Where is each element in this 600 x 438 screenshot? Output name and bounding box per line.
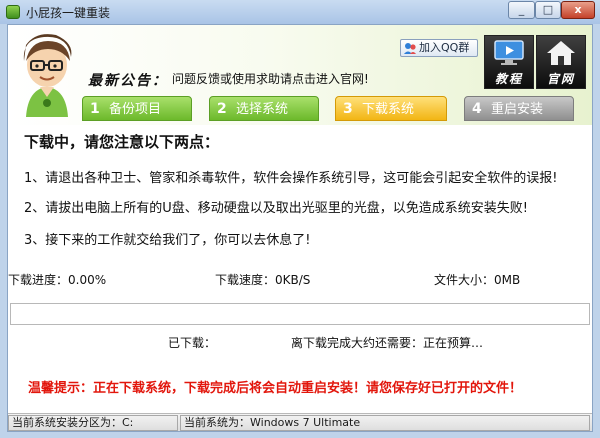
notice-item: 1、请退出各种卫士、管家和杀毒软件，软件会操作系统引导，这可能会引起安全软件的误… — [24, 171, 558, 186]
notice-link[interactable]: 问题反馈或使用求助请点击进入官网! — [172, 70, 369, 87]
remaining-time-text: 离下载完成大约还需要：正在预算… — [291, 336, 484, 350]
progress-steps: 1 备份项目 2 选择系统 3 下载系统 4 重启安装 — [82, 96, 592, 122]
header-banner: 最新公告： 问题反馈或使用求助请点击进入官网! 加入QQ群 教程 官网 1 备份… — [8, 25, 592, 125]
download-speed-text: 下载速度：0KB/S — [215, 273, 311, 287]
section-heading: 下载中，请您注意以下两点： — [24, 133, 220, 151]
step-number: 4 — [472, 101, 482, 117]
window-title: 小屁孩一键重装 — [26, 6, 111, 20]
minimize-button[interactable]: _ — [508, 1, 535, 19]
download-progress-bar — [10, 303, 590, 325]
step-restart-install: 4 重启安装 — [464, 96, 574, 121]
qq-group-icon — [404, 43, 416, 54]
step-number: 3 — [343, 101, 353, 117]
cartoon-boy-avatar — [23, 34, 72, 117]
downloaded-label: 已下载： — [168, 336, 217, 350]
step-label: 备份项目 — [109, 102, 162, 117]
app-icon — [6, 5, 20, 19]
join-qq-group-button[interactable]: 加入QQ群 — [400, 39, 478, 57]
home-icon — [547, 41, 575, 65]
official-website-button[interactable]: 官网 — [536, 35, 586, 89]
status-install-partition: 当前系统安装分区为：C: — [8, 415, 178, 431]
step-number: 2 — [217, 101, 227, 117]
step-label: 下载系统 — [362, 102, 415, 117]
step-download-system: 3 下载系统 — [335, 96, 447, 121]
file-size-text: 文件大小：0MB — [434, 273, 521, 287]
status-current-system: 当前系统为：Windows 7 Ultimate — [180, 415, 590, 431]
notice-item: 3、接下来的工作就交给我们了，你可以去休息了! — [24, 233, 311, 248]
status-bar: 当前系统安装分区为：C: 当前系统为：Windows 7 Ultimate — [8, 413, 592, 431]
qq-button-label: 加入QQ群 — [419, 41, 470, 54]
step-backup: 1 备份项目 — [82, 96, 192, 121]
app-window: 小屁孩一键重装 _ □ x 最新公告： 问题反馈或使用求助请点击进入官网! 加入… — [0, 0, 600, 438]
step-select-system: 2 选择系统 — [209, 96, 319, 121]
step-number: 1 — [90, 101, 100, 117]
warm-tip: 温馨提示：正在下载系统，下载完成后将会自动重启安装！请您保存好已打开的文件！ — [28, 381, 523, 396]
step-label: 选择系统 — [236, 102, 289, 117]
website-label: 官网 — [546, 72, 575, 86]
monitor-icon — [494, 40, 524, 65]
tutorial-label: 教程 — [494, 72, 523, 86]
step-label: 重启安装 — [491, 102, 544, 117]
tutorial-button[interactable]: 教程 — [484, 35, 534, 89]
notice-item: 2、请拔出电脑上所有的U盘、移动硬盘以及取出光驱里的光盘，以免造成系统安装失败! — [24, 201, 528, 216]
title-bar[interactable]: 小屁孩一键重装 _ □ x — [0, 0, 600, 24]
maximize-button[interactable]: □ — [535, 1, 561, 19]
notice-label: 最新公告： — [88, 73, 168, 89]
client-area: 最新公告： 问题反馈或使用求助请点击进入官网! 加入QQ群 教程 官网 1 备份… — [7, 24, 593, 432]
download-progress-text: 下载进度：0.00% — [8, 273, 107, 287]
close-button[interactable]: x — [561, 1, 595, 19]
